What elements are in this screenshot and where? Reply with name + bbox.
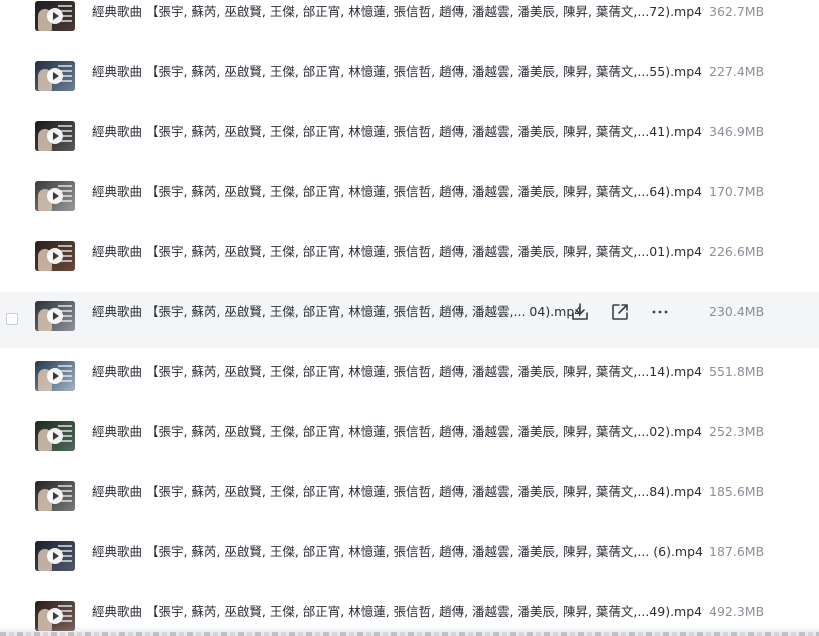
video-thumbnail[interactable] (35, 241, 75, 271)
play-icon (47, 248, 63, 264)
file-name[interactable]: 經典歌曲 【張宇, 蘇芮, 巫啟賢, 王傑, 邰正宵, 林憶蓮, 張信哲, 趙傳… (92, 603, 702, 621)
file-size: 185.6MB (709, 484, 765, 499)
file-size: 187.6MB (709, 544, 765, 559)
file-size: 362.7MB (709, 4, 765, 19)
file-name[interactable]: 經典歌曲 【張宇, 蘇芮, 巫啟賢, 王傑, 邰正宵, 林憶蓮, 張信哲, 趙傳… (92, 123, 702, 141)
video-thumbnail[interactable] (35, 421, 75, 451)
select-checkbox[interactable] (6, 313, 18, 325)
video-thumbnail[interactable] (35, 61, 75, 91)
file-size: 492.3MB (709, 604, 765, 619)
video-thumbnail[interactable] (35, 301, 75, 331)
file-row[interactable]: 經典歌曲 【張宇, 蘇芮, 巫啟賢, 王傑, 邰正宵, 林憶蓮, 張信哲, 趙傳… (0, 352, 819, 408)
file-row[interactable]: 經典歌曲 【張宇, 蘇芮, 巫啟賢, 王傑, 邰正宵, 林憶蓮, 張信哲, 趙傳… (0, 292, 819, 348)
more-icon[interactable] (648, 300, 672, 324)
video-thumbnail[interactable] (35, 1, 75, 31)
file-size: 230.4MB (709, 304, 765, 319)
video-thumbnail[interactable] (35, 181, 75, 211)
play-icon (47, 308, 63, 324)
file-name[interactable]: 經典歌曲 【張宇, 蘇芮, 巫啟賢, 王傑, 邰正宵, 林憶蓮, 張信哲, 趙傳… (92, 183, 702, 201)
file-size: 346.9MB (709, 124, 765, 139)
file-name[interactable]: 經典歌曲 【張宇, 蘇芮, 巫啟賢, 王傑, 邰正宵, 林憶蓮, 張信哲, 趙傳… (92, 243, 702, 261)
file-list: 經典歌曲 【張宇, 蘇芮, 巫啟賢, 王傑, 邰正宵, 林憶蓮, 張信哲, 趙傳… (0, 0, 819, 636)
share-icon[interactable] (608, 300, 632, 324)
file-name[interactable]: 經典歌曲 【張宇, 蘇芮, 巫啟賢, 王傑, 邰正宵, 林憶蓮, 張信哲, 趙傳… (92, 3, 702, 21)
file-name[interactable]: 經典歌曲 【張宇, 蘇芮, 巫啟賢, 王傑, 邰正宵, 林憶蓮, 張信哲, 趙傳… (92, 363, 702, 381)
video-thumbnail[interactable] (35, 121, 75, 151)
download-icon[interactable] (568, 300, 592, 324)
play-icon (47, 8, 63, 24)
file-size: 170.7MB (709, 184, 765, 199)
file-row[interactable]: 經典歌曲 【張宇, 蘇芮, 巫啟賢, 王傑, 邰正宵, 林憶蓮, 張信哲, 趙傳… (0, 472, 819, 528)
file-size: 252.3MB (709, 424, 765, 439)
file-row[interactable]: 經典歌曲 【張宇, 蘇芮, 巫啟賢, 王傑, 邰正宵, 林憶蓮, 張信哲, 趙傳… (0, 172, 819, 228)
file-row[interactable]: 經典歌曲 【張宇, 蘇芮, 巫啟賢, 王傑, 邰正宵, 林憶蓮, 張信哲, 趙傳… (0, 0, 819, 48)
play-icon (47, 548, 63, 564)
play-icon (47, 128, 63, 144)
play-icon (47, 608, 63, 624)
file-row[interactable]: 經典歌曲 【張宇, 蘇芮, 巫啟賢, 王傑, 邰正宵, 林憶蓮, 張信哲, 趙傳… (0, 232, 819, 288)
play-icon (47, 428, 63, 444)
video-thumbnail[interactable] (35, 361, 75, 391)
play-icon (47, 188, 63, 204)
play-icon (47, 488, 63, 504)
video-thumbnail[interactable] (35, 541, 75, 571)
file-name[interactable]: 經典歌曲 【張宇, 蘇芮, 巫啟賢, 王傑, 邰正宵, 林憶蓮, 張信哲, 趙傳… (92, 483, 702, 501)
file-row[interactable]: 經典歌曲 【張宇, 蘇芮, 巫啟賢, 王傑, 邰正宵, 林憶蓮, 張信哲, 趙傳… (0, 412, 819, 468)
file-row[interactable]: 經典歌曲 【張宇, 蘇芮, 巫啟賢, 王傑, 邰正宵, 林憶蓮, 張信哲, 趙傳… (0, 52, 819, 108)
file-row[interactable]: 經典歌曲 【張宇, 蘇芮, 巫啟賢, 王傑, 邰正宵, 林憶蓮, 張信哲, 趙傳… (0, 532, 819, 588)
file-size: 226.6MB (709, 244, 765, 259)
file-name[interactable]: 經典歌曲 【張宇, 蘇芮, 巫啟賢, 王傑, 邰正宵, 林憶蓮, 張信哲, 趙傳… (92, 423, 702, 441)
file-name[interactable]: 經典歌曲 【張宇, 蘇芮, 巫啟賢, 王傑, 邰正宵, 林憶蓮, 張信哲, 趙傳… (92, 303, 582, 321)
file-name[interactable]: 經典歌曲 【張宇, 蘇芮, 巫啟賢, 王傑, 邰正宵, 林憶蓮, 張信哲, 趙傳… (92, 543, 703, 561)
video-thumbnail[interactable] (35, 481, 75, 511)
overlapping-text-strip (0, 626, 819, 636)
file-row[interactable]: 經典歌曲 【張宇, 蘇芮, 巫啟賢, 王傑, 邰正宵, 林憶蓮, 張信哲, 趙傳… (0, 112, 819, 168)
file-size: 227.4MB (709, 64, 765, 79)
play-icon (47, 68, 63, 84)
file-name[interactable]: 經典歌曲 【張宇, 蘇芮, 巫啟賢, 王傑, 邰正宵, 林憶蓮, 張信哲, 趙傳… (92, 63, 702, 81)
play-icon (47, 368, 63, 384)
file-size: 551.8MB (709, 364, 765, 379)
